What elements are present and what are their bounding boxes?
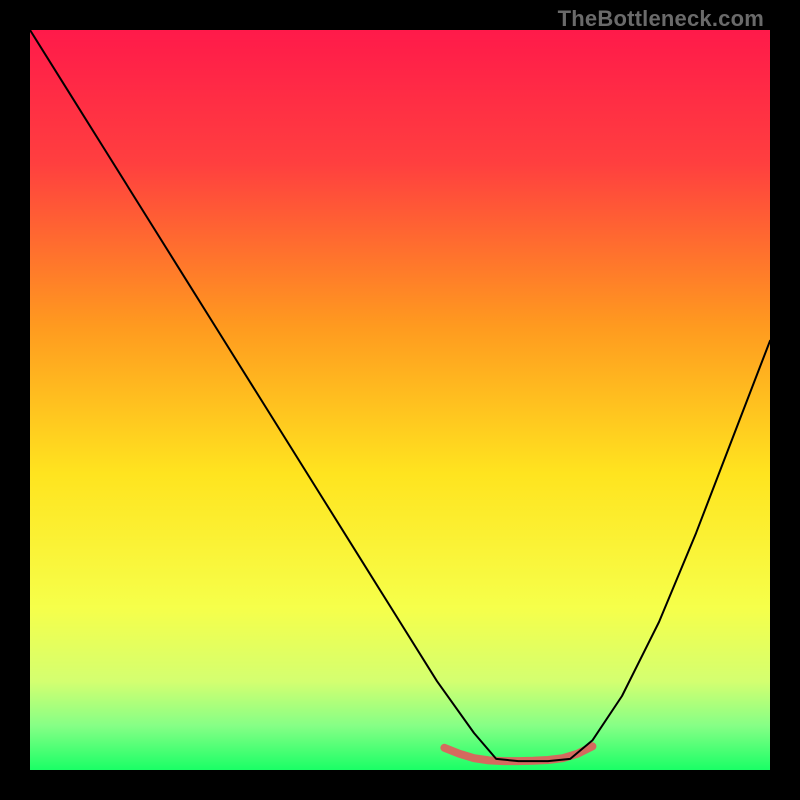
curve-layer [30, 30, 770, 770]
bottleneck-curve [30, 30, 770, 761]
watermark-text: TheBottleneck.com [558, 6, 764, 32]
chart-frame: TheBottleneck.com [0, 0, 800, 800]
plot-area [30, 30, 770, 770]
